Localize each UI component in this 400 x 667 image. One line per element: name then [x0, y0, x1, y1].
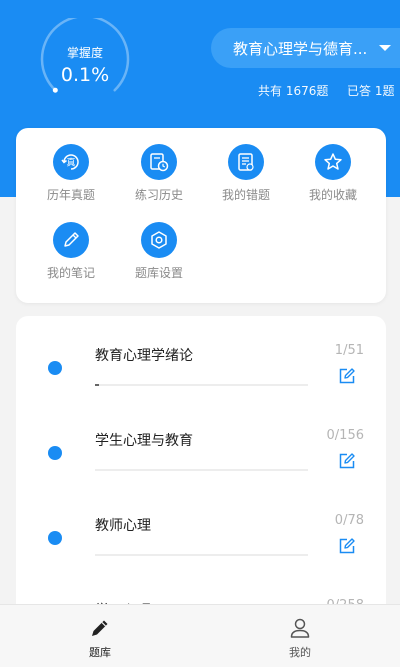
- edit-icon[interactable]: [338, 537, 356, 555]
- tab-mine[interactable]: 我的: [200, 605, 400, 667]
- chapter-item[interactable]: 学生心理与教育 0/156: [16, 421, 386, 506]
- total-questions: 共有 1676题: [258, 84, 329, 98]
- settings-icon: [141, 222, 177, 258]
- chapter-dot-icon: [48, 446, 62, 460]
- chapter-list-card: 教育心理学绪论 1/51 学生心理与教育 0/156 教师心理 0/78: [16, 316, 386, 636]
- chapter-progress-bar: [95, 554, 308, 556]
- menu-label: 我的收藏: [308, 188, 357, 202]
- wrong-questions-icon: [228, 144, 264, 180]
- question-bank-name: 教育心理学与德育...: [233, 39, 368, 58]
- menu-item-practice-history[interactable]: 练习历史: [119, 144, 199, 203]
- dropdown-caret-icon: [379, 45, 391, 51]
- chapter-item[interactable]: 教育心理学绪论 1/51: [16, 336, 386, 421]
- menu-label: 历年真题: [46, 188, 95, 202]
- tab-question-bank[interactable]: 题库: [0, 605, 200, 667]
- user-icon: [290, 618, 310, 638]
- past-exam-icon: 真: [53, 144, 89, 180]
- mastery-progress-dot: [52, 87, 58, 93]
- mastery-value: 0.1%: [60, 64, 110, 86]
- menu-item-bank-settings[interactable]: 题库设置: [119, 222, 199, 281]
- mastery-gauge: 掌握度 0.1%: [40, 18, 130, 108]
- pen-icon: [92, 620, 108, 636]
- question-bank-selector[interactable]: 教育心理学与德育...: [211, 28, 400, 68]
- chapter-title: 教师心理: [95, 518, 151, 534]
- menu-item-notes[interactable]: 我的笔记: [31, 222, 111, 281]
- mastery-label: 掌握度: [66, 46, 103, 60]
- chapter-item[interactable]: 教师心理 0/78: [16, 506, 386, 591]
- tab-label: 题库: [89, 646, 111, 659]
- star-icon: [315, 144, 351, 180]
- chapter-dot-icon: [48, 531, 62, 545]
- svg-text:真: 真: [66, 157, 75, 169]
- chapter-title: 教育心理学绪论: [95, 348, 193, 364]
- feature-menu-card: 真 历年真题 练习历史 我的错题 我的收藏 我的笔记 题库设置: [16, 128, 386, 303]
- menu-label: 练习历史: [134, 188, 183, 202]
- history-icon: [141, 144, 177, 180]
- mastery-ring-icon: [40, 18, 130, 93]
- answered-questions: 已答 1题: [347, 84, 395, 98]
- chapter-count: 0/156: [326, 428, 364, 443]
- chapter-progress-bar: [95, 469, 308, 471]
- tab-label: 我的: [289, 646, 311, 659]
- chapter-count: 0/78: [334, 513, 364, 528]
- chapter-dot-icon: [48, 361, 62, 375]
- menu-item-past-exams[interactable]: 真 历年真题: [31, 144, 111, 203]
- menu-label: 我的笔记: [46, 266, 95, 280]
- edit-icon[interactable]: [338, 452, 356, 470]
- chapter-title: 学生心理与教育: [95, 433, 193, 449]
- menu-label: 我的错题: [221, 188, 270, 202]
- pencil-icon: [53, 222, 89, 258]
- menu-label: 题库设置: [134, 266, 183, 280]
- menu-item-favorites[interactable]: 我的收藏: [293, 144, 373, 203]
- menu-item-wrong-questions[interactable]: 我的错题: [206, 144, 286, 203]
- edit-icon[interactable]: [338, 367, 356, 385]
- bottom-tab-bar: 题库 我的: [0, 604, 400, 667]
- chapter-count: 1/51: [334, 343, 364, 358]
- chapter-progress-fill: [95, 384, 100, 386]
- chapter-progress-bar: [95, 384, 308, 386]
